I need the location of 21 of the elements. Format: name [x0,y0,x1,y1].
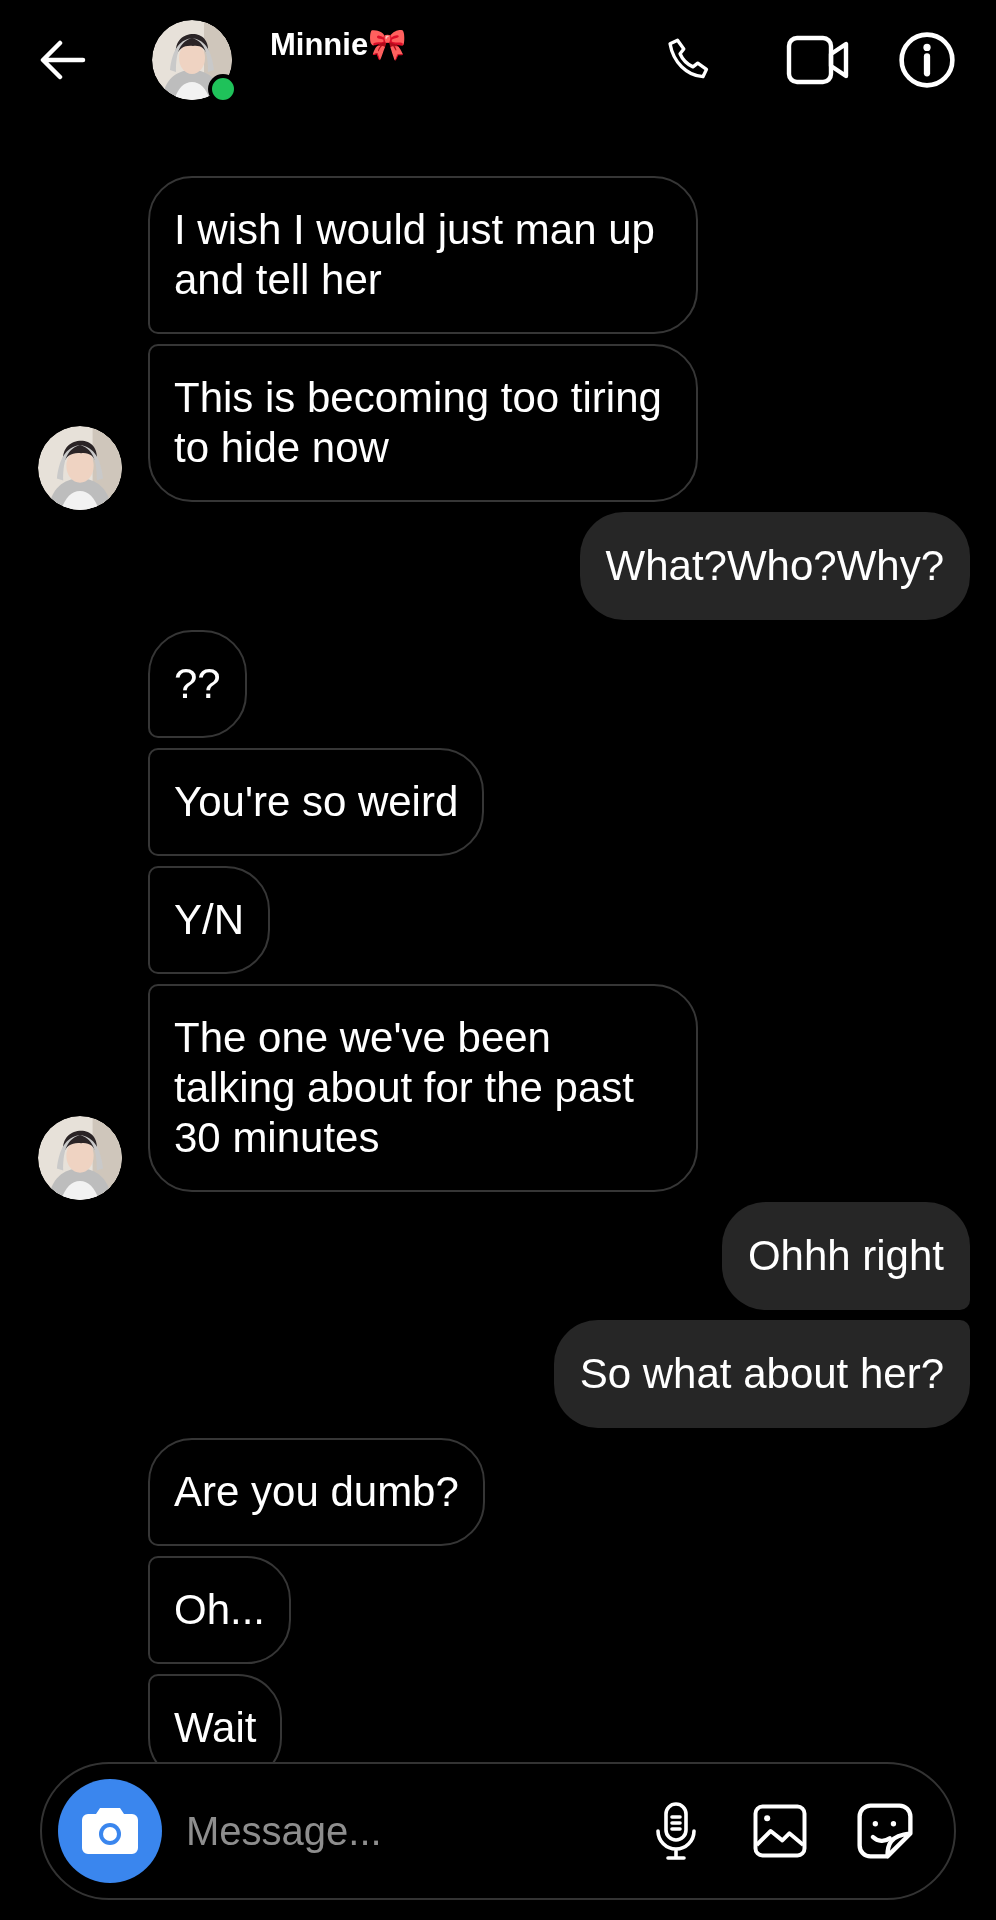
received-message-bubble: This is becoming too tiring to hide now [148,344,698,502]
contact-name[interactable]: Minnie🎀 [270,27,408,62]
received-message-bubble: The one we've been talking about for the past 30 minutes [148,984,698,1192]
sent-message-bubble: So what about her? [553,1320,970,1428]
sent-message-bubble: What?Who?Why? [579,512,970,620]
received-message-bubble: Y/N [148,866,270,974]
back-arrow-icon[interactable] [40,40,86,80]
camera-icon [82,1808,138,1854]
info-icon[interactable] [898,31,956,89]
received-message-bubble: Wait [148,1674,283,1762]
received-message-bubble: Oh... [148,1556,292,1664]
camera-button[interactable] [58,1779,162,1883]
received-message-bubble: ?? [148,630,247,738]
sticker-icon[interactable] [856,1802,914,1860]
image-icon[interactable] [752,1803,808,1859]
message-input-field[interactable]: Message... [186,1801,652,1861]
video-camera-icon[interactable] [786,34,850,86]
received-message-bubble: I wish I would just man up and tell her [148,176,698,334]
sent-message-bubble: Ohhh right [721,1202,970,1310]
received-message-bubble: You're so weird [148,748,485,856]
received-message-bubble: Are you dumb? [148,1438,485,1546]
